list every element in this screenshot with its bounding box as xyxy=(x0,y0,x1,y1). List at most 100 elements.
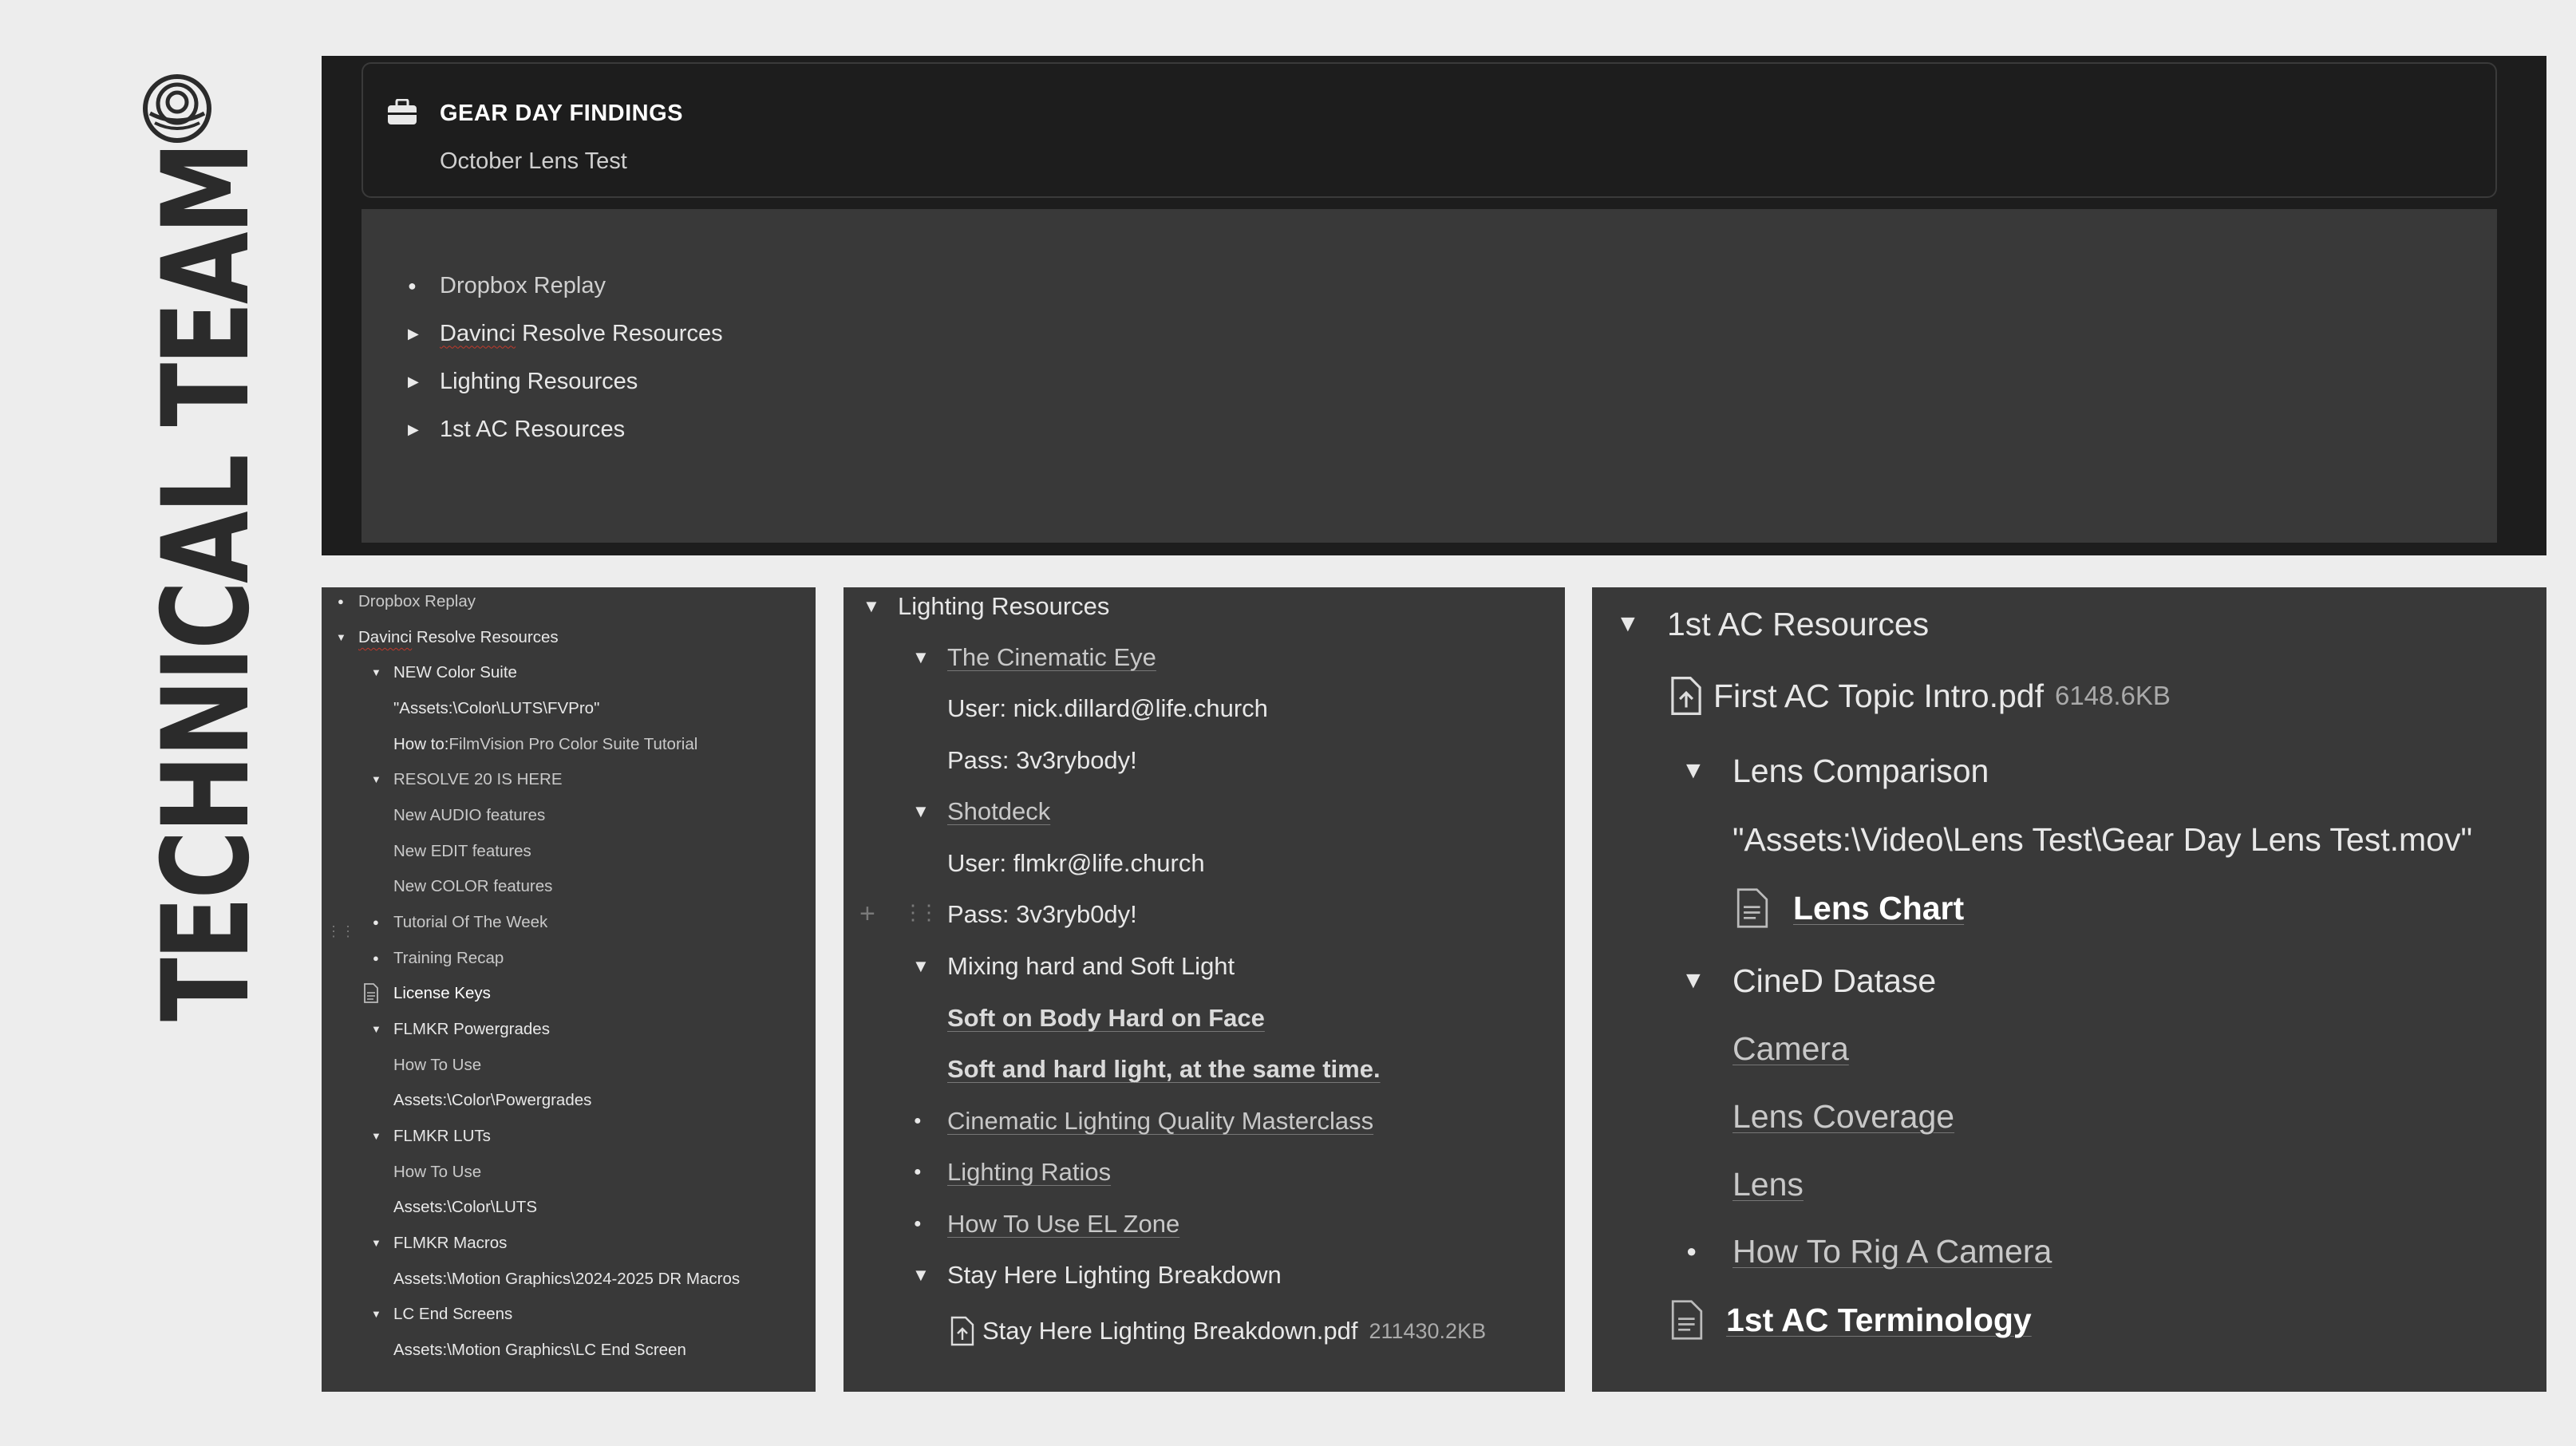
list-item-label: FLMKR LUTs xyxy=(393,1127,491,1145)
toggle-down-icon[interactable]: ▼ xyxy=(371,1130,381,1142)
link[interactable]: FilmVision Pro Color Suite Tutorial xyxy=(449,735,698,754)
toggle-item[interactable]: ▼ Mixing hard and Soft Light xyxy=(912,949,1235,984)
toggle-down-icon[interactable]: ▼ xyxy=(1616,610,1640,638)
toggle-item[interactable]: ▼ Lens Comparison xyxy=(1681,749,1989,793)
list-item[interactable]: ● Lighting Ratios xyxy=(914,1155,1111,1190)
file-attachment[interactable]: Stay Here Lighting Breakdown.pdf 211430.2… xyxy=(950,1314,1486,1349)
toggle-item[interactable]: ▼ LC End Screens xyxy=(371,1302,512,1326)
toggle-right-icon[interactable]: ▶ xyxy=(408,326,440,342)
toggle-down-icon[interactable]: ▼ xyxy=(912,647,930,668)
list-item[interactable]: ● Dropbox Replay xyxy=(338,590,476,614)
toggle-item[interactable]: ▼ Shotdeck xyxy=(912,794,1050,829)
list-item[interactable]: Lens Coverage xyxy=(1732,1094,1954,1139)
link[interactable]: How To Use EL Zone xyxy=(947,1210,1179,1239)
list-item[interactable]: ● Cinematic Lighting Quality Masterclass xyxy=(914,1104,1373,1139)
toggle-down-icon[interactable]: ▼ xyxy=(371,773,381,785)
add-block-icon[interactable]: + xyxy=(859,900,875,927)
link[interactable]: The Cinematic Eye xyxy=(947,643,1156,672)
link[interactable]: Cinematic Lighting Quality Masterclass xyxy=(947,1107,1373,1136)
drag-handle-icon[interactable]: ⋮⋮ xyxy=(903,902,939,923)
toggle-down-icon[interactable]: ▼ xyxy=(371,1023,381,1035)
list-item[interactable]: ● Training Recap xyxy=(373,946,504,970)
toggle-item[interactable]: ▶ Lighting Resources xyxy=(408,358,723,405)
link[interactable]: Soft on Body Hard on Face xyxy=(947,1004,1265,1033)
list-item[interactable]: ● How To Use EL Zone xyxy=(914,1207,1179,1242)
list-item-label: Davinci Resolve Resources xyxy=(358,628,559,646)
page-link[interactable]: Lens Chart xyxy=(1736,886,1964,930)
link[interactable]: Soft and hard light, at the same time. xyxy=(947,1055,1381,1084)
list-item[interactable]: ● Dropbox Replay xyxy=(408,262,723,310)
list-item-label: Assets:\Motion Graphics\2024-2025 DR Mac… xyxy=(393,1270,741,1288)
link[interactable]: Lens Coverage xyxy=(1732,1098,1954,1136)
list-item[interactable]: New COLOR features xyxy=(393,875,552,899)
toggle-down-icon[interactable]: ▼ xyxy=(371,1308,381,1320)
list-item-label: How to: xyxy=(393,735,449,753)
bullet-icon: ● xyxy=(373,916,379,928)
toggle-item[interactable]: ▼ FLMKR Macros xyxy=(371,1231,508,1255)
link[interactable]: 1st AC Terminology xyxy=(1726,1302,2032,1339)
toggle-down-icon[interactable]: ▼ xyxy=(912,801,930,822)
toggle-down-icon[interactable]: ▼ xyxy=(863,596,880,617)
list-item-label: Dropbox Replay xyxy=(440,272,606,298)
list-item[interactable]: Camera xyxy=(1732,1026,1849,1071)
page-link[interactable]: License Keys xyxy=(364,982,491,1005)
file-attachment[interactable]: First AC Topic Intro.pdf 6148.6KB xyxy=(1670,674,2171,718)
list-item[interactable]: How to: FilmVision Pro Color Suite Tutor… xyxy=(393,733,697,757)
link[interactable]: Lens xyxy=(1732,1166,1804,1203)
list-item: "Assets:\Video\Lens Test\Gear Day Lens T… xyxy=(1732,817,2472,862)
list-item[interactable]: Soft on Body Hard on Face xyxy=(947,1001,1265,1036)
list-item-label: NEW Color Suite xyxy=(393,663,517,682)
list-item[interactable]: How To Use xyxy=(393,1160,481,1184)
list-item[interactable]: How To Use xyxy=(393,1053,481,1077)
header-panel: GEAR DAY FINDINGS October Lens Test ● Dr… xyxy=(322,56,2546,555)
list-item[interactable]: Lens xyxy=(1732,1162,1804,1207)
toggle-right-icon[interactable]: ▶ xyxy=(408,373,440,390)
list-item[interactable]: Soft and hard light, at the same time. xyxy=(947,1052,1381,1087)
list-item[interactable]: New AUDIO features xyxy=(393,804,545,828)
toggle-item[interactable]: ▼ FLMKR Powergrades xyxy=(371,1017,550,1041)
list-item-label: Davinci Resolve Resources xyxy=(440,320,723,346)
toggle-down-icon[interactable]: ▼ xyxy=(912,956,930,977)
toggle-item[interactable]: ▼ FLMKR LUTs xyxy=(371,1124,491,1148)
toggle-down-icon[interactable]: ▼ xyxy=(371,666,381,678)
bullet-icon: ● xyxy=(408,277,417,294)
toggle-item[interactable]: ▼ NEW Color Suite xyxy=(371,661,517,685)
top-resource-list: ● Dropbox Replay ▶ Davinci Resolve Resou… xyxy=(408,262,723,453)
toggle-item[interactable]: ▼ 1st AC Resources xyxy=(1616,602,1929,646)
link[interactable]: Camera xyxy=(1732,1030,1849,1068)
link[interactable]: How To Rig A Camera xyxy=(1732,1233,2052,1270)
list-item-label: Pass: 3v3rybody! xyxy=(947,746,1137,774)
toggle-down-icon[interactable]: ▼ xyxy=(1681,757,1705,784)
toggle-down-icon[interactable]: ▼ xyxy=(1681,967,1705,994)
toggle-down-icon[interactable]: ▼ xyxy=(912,1265,930,1286)
list-item: Assets:\Color\Powergrades xyxy=(393,1088,591,1112)
list-item[interactable]: ● Tutorial Of The Week xyxy=(373,911,547,934)
list-item-label: FLMKR Macros xyxy=(393,1234,508,1252)
file-size: 211430.2KB xyxy=(1369,1318,1487,1343)
toggle-item[interactable]: ▼ Stay Here Lighting Breakdown xyxy=(912,1258,1282,1293)
list-item[interactable]: New EDIT features xyxy=(393,840,531,863)
toggle-down-icon[interactable]: ▼ xyxy=(371,1237,381,1249)
toggle-item[interactable]: ▶ Davinci Resolve Resources xyxy=(408,310,723,358)
link[interactable]: Lens Chart xyxy=(1793,890,1964,927)
list-item[interactable]: ● How To Rig A Camera xyxy=(1686,1229,2052,1274)
list-item-label: New COLOR features xyxy=(393,877,553,895)
toggle-item[interactable]: ▼ RESOLVE 20 IS HERE xyxy=(371,768,563,792)
page-link[interactable]: 1st AC Terminology xyxy=(1670,1298,2032,1342)
bullet-icon: ● xyxy=(1686,1241,1697,1261)
list-item-label: 1st AC Resources xyxy=(440,416,626,442)
toggle-item[interactable]: ▼ Lighting Resources xyxy=(863,589,1109,624)
link[interactable]: Lighting Ratios xyxy=(947,1158,1111,1187)
list-item-label: "Assets:\Video\Lens Test\Gear Day Lens T… xyxy=(1732,820,2473,858)
list-item-label: Training Recap xyxy=(393,949,504,967)
toggle-item[interactable]: ▶ 1st AC Resources xyxy=(408,405,723,453)
drag-handle-icon[interactable]: ⋮⋮ xyxy=(326,923,355,940)
toggle-item[interactable]: ▼ The Cinematic Eye xyxy=(912,640,1156,675)
toggle-item[interactable]: ▼ Davinci Resolve Resources xyxy=(336,626,559,650)
list-item-label: RESOLVE 20 IS HERE xyxy=(393,770,563,788)
toggle-item[interactable]: ▼ CineD Datase xyxy=(1681,958,1936,1003)
toggle-down-icon[interactable]: ▼ xyxy=(336,631,346,643)
toggle-right-icon[interactable]: ▶ xyxy=(408,421,440,438)
list-item-label: Assets:\Color\Powergrades xyxy=(393,1091,592,1109)
link[interactable]: Shotdeck xyxy=(947,797,1050,826)
